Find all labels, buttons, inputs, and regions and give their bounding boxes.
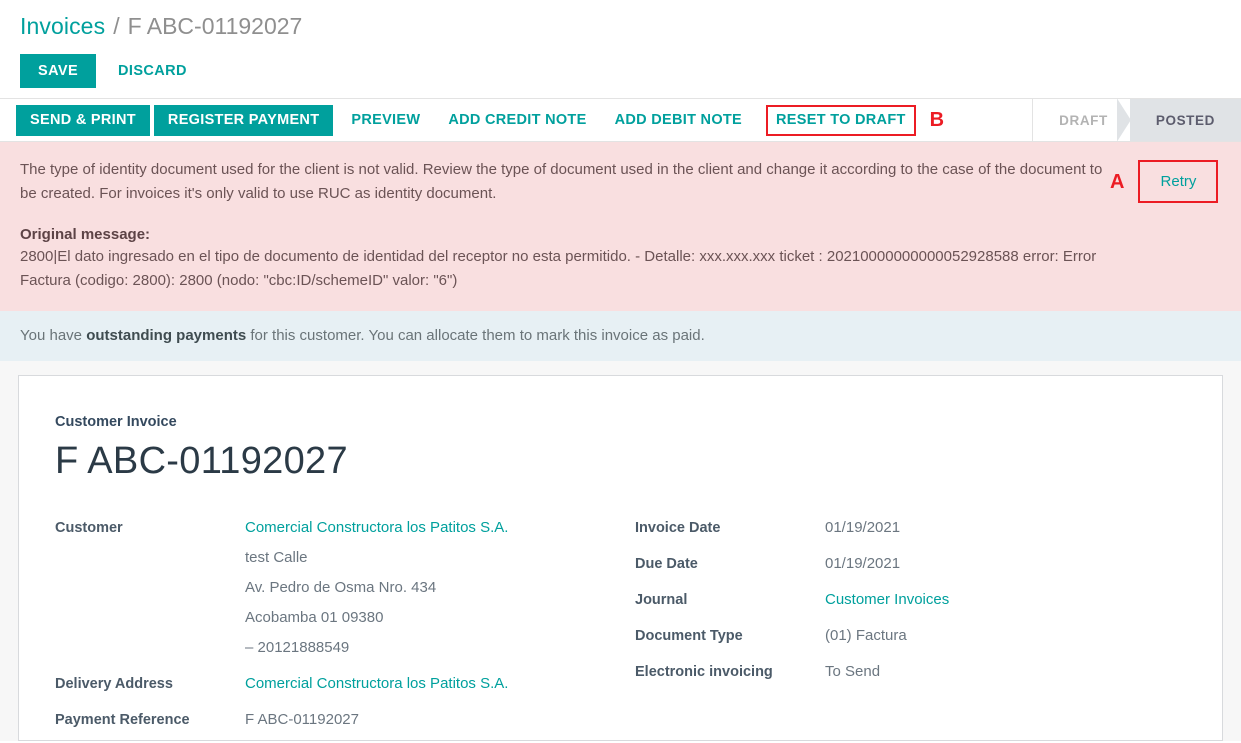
customer-address-line-3: Acobamba 01 09380 <box>245 609 384 626</box>
error-alert: The type of identity document used for t… <box>0 142 1241 311</box>
field-document-type: Document Type (01) Factura <box>635 621 1200 651</box>
field-journal: Journal Customer Invoices <box>635 585 1200 615</box>
breadcrumb-current: F ABC-01192027 <box>127 12 303 39</box>
save-discard-bar: SAVE DISCARD <box>0 44 1241 98</box>
customer-address-line-2: Av. Pedro de Osma Nro. 434 <box>245 579 437 596</box>
original-message-title: Original message: <box>20 226 151 243</box>
invoice-type-label: Customer Invoice <box>55 414 177 430</box>
field-journal-label: Journal <box>635 592 688 608</box>
add-credit-note-button[interactable]: ADD CREDIT NOTE <box>434 105 600 135</box>
status-step-draft-label: DRAFT <box>1059 112 1108 128</box>
invoice-fields-left: Customer Comercial Constructora los Pati… <box>55 513 635 743</box>
field-due-date: Due Date 01/19/2021 <box>635 549 1200 579</box>
save-button[interactable]: SAVE <box>20 54 97 88</box>
field-delivery-address-value[interactable]: Comercial Constructora los Patitos S.A. <box>245 669 508 699</box>
annotation-letter-a: A <box>1110 170 1125 193</box>
field-customer-value: Comercial Constructora los Patitos S.A. … <box>245 513 508 663</box>
preview-button[interactable]: PREVIEW <box>337 105 434 135</box>
field-document-type-value[interactable]: (01) Factura <box>825 621 907 651</box>
breadcrumb: Invoices / F ABC-01192027 <box>0 0 1241 44</box>
field-due-date-value[interactable]: 01/19/2021 <box>825 549 900 579</box>
action-toolbar: SEND & PRINT REGISTER PAYMENT PREVIEW AD… <box>0 98 1241 142</box>
breadcrumb-root-link[interactable]: Invoices <box>20 13 105 40</box>
field-due-date-label: Due Date <box>635 556 698 572</box>
field-payment-reference: Payment Reference F ABC-01192027 <box>55 705 635 735</box>
field-electronic-invoicing-value[interactable]: To Send <box>825 657 880 687</box>
customer-address-line-1: test Calle <box>245 549 308 566</box>
invoice-fields: Customer Comercial Constructora los Pati… <box>55 513 1200 743</box>
retry-button[interactable]: Retry <box>1151 170 1207 193</box>
status-step-draft[interactable]: DRAFT <box>1033 99 1130 141</box>
field-payment-reference-label: Payment Reference <box>55 712 190 728</box>
field-delivery-address-label: Delivery Address <box>55 676 173 692</box>
field-journal-value[interactable]: Customer Invoices <box>825 585 949 615</box>
invoice-fields-right: Invoice Date 01/19/2021 Due Date 01/19/2… <box>635 513 1200 743</box>
status-step-posted-label: POSTED <box>1155 112 1215 128</box>
action-toolbar-buttons: SEND & PRINT REGISTER PAYMENT PREVIEW AD… <box>0 99 1032 141</box>
invoice-number-title[interactable]: F ABC-01192027 <box>55 440 1200 483</box>
field-delivery-address: Delivery Address Comercial Constructora … <box>55 669 635 699</box>
add-debit-note-button[interactable]: ADD DEBIT NOTE <box>601 105 756 135</box>
send-and-print-button[interactable]: SEND & PRINT <box>16 104 150 136</box>
page-body: Customer Invoice F ABC-01192027 Customer… <box>0 361 1241 741</box>
original-message-body: 2800|El dato ingresado en el tipo de doc… <box>20 248 1097 289</box>
error-alert-message: The type of identity document used for t… <box>20 161 1103 202</box>
customer-name-link[interactable]: Comercial Constructora los Patitos S.A. <box>245 513 508 543</box>
annotation-letter-b: B <box>929 109 945 131</box>
field-invoice-date: Invoice Date 01/19/2021 <box>635 513 1200 543</box>
info-alert-suffix: for this customer. You can allocate them… <box>246 327 705 344</box>
reset-to-draft-annotation-box: RESET TO DRAFT <box>766 104 916 136</box>
field-electronic-invoicing: Electronic invoicing To Send <box>635 657 1200 687</box>
breadcrumb-separator: / <box>113 12 120 39</box>
status-pipeline: DRAFT POSTED <box>1032 99 1241 141</box>
info-alert-prefix: You have <box>20 327 87 344</box>
field-customer-label: Customer <box>55 520 123 536</box>
error-alert-actions: A Retry <box>1110 158 1219 203</box>
customer-tax-id: – 20121888549 <box>245 639 350 656</box>
field-document-type-label: Document Type <box>635 628 743 644</box>
error-alert-main-row: The type of identity document used for t… <box>20 158 1221 206</box>
outstanding-payments-alert: You have outstanding payments for this c… <box>0 311 1241 361</box>
field-invoice-date-label: Invoice Date <box>635 520 721 536</box>
invoice-sheet: Customer Invoice F ABC-01192027 Customer… <box>18 375 1223 741</box>
field-customer: Customer Comercial Constructora los Pati… <box>55 513 635 663</box>
status-step-posted[interactable]: POSTED <box>1129 99 1241 141</box>
retry-annotation-box: Retry <box>1138 160 1219 203</box>
field-payment-reference-value[interactable]: F ABC-01192027 <box>245 705 359 735</box>
register-payment-button[interactable]: REGISTER PAYMENT <box>153 104 334 136</box>
field-electronic-invoicing-label: Electronic invoicing <box>635 664 773 680</box>
field-invoice-date-value[interactable]: 01/19/2021 <box>825 513 900 543</box>
info-alert-bold[interactable]: outstanding payments <box>86 327 246 344</box>
discard-button[interactable]: DISCARD <box>110 54 195 88</box>
reset-to-draft-button[interactable]: RESET TO DRAFT <box>768 105 914 135</box>
